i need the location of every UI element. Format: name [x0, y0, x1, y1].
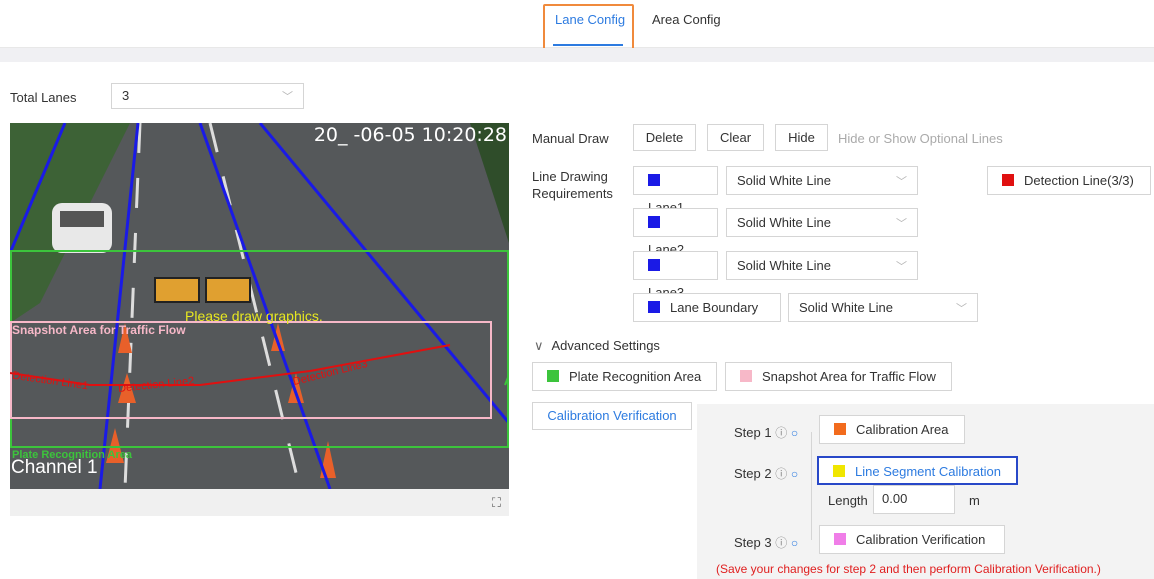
lane2-type-select[interactable]: Solid White Line ﹀ — [726, 208, 918, 237]
chevron-down-icon: ﹀ — [896, 218, 907, 230]
delete-button[interactable]: Delete — [633, 124, 696, 151]
calibration-warning: (Save your changes for step 2 and then p… — [716, 562, 1101, 576]
plate-area-color-swatch — [547, 370, 559, 382]
lane3-type-select[interactable]: Solid White Line ﹀ — [726, 251, 918, 280]
chevron-down-icon: ﹀ — [896, 176, 907, 188]
lane3-color-swatch — [648, 259, 660, 271]
lane-boundary-type-select[interactable]: Solid White Line ﹀ — [788, 293, 978, 322]
lane2-type-value: Solid White Line — [737, 215, 831, 230]
channel-label: Channel 1 — [11, 457, 98, 478]
chevron-down-icon: ﹀ — [896, 261, 907, 273]
help-icon[interactable]: ⓘ — [775, 426, 787, 440]
fullscreen-icon[interactable]: ⛶ — [492, 495, 501, 511]
lane1-type-value: Solid White Line — [737, 173, 831, 188]
step-connector-line — [811, 432, 812, 540]
step2-label: Step 2 ⓘ ○ — [734, 465, 798, 482]
length-input[interactable]: 0.00 — [873, 485, 955, 514]
step-marker-icon: ○ — [790, 467, 799, 481]
line-segment-color-swatch — [833, 465, 845, 477]
total-lanes-select[interactable]: 3 ﹀ — [111, 83, 304, 109]
clear-button[interactable]: Clear — [707, 124, 764, 151]
step3-text: Step 3 — [734, 535, 772, 550]
hide-button[interactable]: Hide — [775, 124, 828, 151]
tab-area-config[interactable]: Area Config — [652, 12, 721, 27]
chevron-down-icon: ﹀ — [282, 91, 293, 103]
detection-line-button[interactable]: Detection Line(3/3) — [987, 166, 1151, 195]
total-lanes-label: Total Lanes — [10, 90, 77, 105]
help-icon[interactable]: ⓘ — [775, 536, 787, 550]
chevron-down-icon: ∨ — [534, 338, 544, 353]
step1-text: Step 1 — [734, 425, 772, 440]
verification-color-swatch — [834, 533, 846, 545]
step2-text: Step 2 — [734, 466, 772, 481]
line-segment-label: Line Segment Calibration — [855, 464, 1001, 479]
snapshot-area-button[interactable]: Snapshot Area for Traffic Flow — [725, 362, 952, 391]
line-drawing-label-2: Requirements — [532, 186, 613, 201]
calibration-verification-label: Calibration Verification — [856, 532, 986, 547]
lane1-type-select[interactable]: Solid White Line ﹀ — [726, 166, 918, 195]
lane-boundary-button[interactable]: Lane Boundary — [633, 293, 781, 322]
video-timestamp: 20_ -06-05 10:20:28 — [313, 124, 507, 146]
calibration-area-color-swatch — [834, 423, 846, 435]
lane2-color-swatch — [648, 216, 660, 228]
chevron-down-icon: ﹀ — [956, 303, 967, 315]
calibration-area-label: Calibration Area — [856, 422, 949, 437]
draw-prompt-text: Please draw graphics. — [185, 308, 323, 324]
step-marker-icon: ○ — [790, 536, 799, 550]
header-divider-strip — [0, 48, 1154, 62]
length-unit: m — [969, 493, 980, 508]
plate-area-label: Plate Recognition Area — [569, 369, 702, 384]
video-toolbar: ⛶ — [10, 489, 509, 516]
advanced-settings-toggle[interactable]: ∨ Advanced Settings — [534, 338, 660, 354]
calibration-area-button[interactable]: Calibration Area — [819, 415, 965, 444]
snapshot-area-overlay-label: Snapshot Area for Traffic Flow — [12, 323, 186, 337]
manual-draw-label: Manual Draw — [532, 131, 609, 146]
lane1-button[interactable]: Lane1 — [633, 166, 718, 215]
total-lanes-value: 3 — [122, 88, 130, 103]
step3-label: Step 3 ⓘ ○ — [734, 534, 798, 551]
lane-boundary-color-swatch — [648, 301, 660, 313]
plate-recognition-area-button[interactable]: Plate Recognition Area — [532, 362, 717, 391]
advanced-settings-label: Advanced Settings — [551, 338, 660, 353]
snapshot-area-color-swatch — [740, 370, 752, 382]
line-drawing-label: Line Drawing — [532, 169, 608, 184]
snapshot-area-label: Snapshot Area for Traffic Flow — [762, 369, 936, 384]
detection-line-color-swatch — [1002, 174, 1014, 186]
length-label: Length — [828, 493, 868, 508]
line-segment-calibration-button[interactable]: Line Segment Calibration — [817, 456, 1018, 485]
step-marker-icon: ○ — [790, 426, 799, 440]
lane2-button[interactable]: Lane2 — [633, 208, 718, 257]
calibration-verification-tab[interactable]: Calibration Verification — [532, 402, 692, 430]
video-preview[interactable]: 20_ -06-05 10:20:28 Please draw graphics… — [10, 123, 509, 489]
lane1-color-swatch — [648, 174, 660, 186]
lane-boundary-label: Lane Boundary — [670, 300, 759, 315]
step1-label: Step 1 ⓘ ○ — [734, 424, 798, 441]
help-icon[interactable]: ⓘ — [775, 467, 787, 481]
lane-boundary-type-value: Solid White Line — [799, 300, 893, 315]
lane3-button[interactable]: Lane3 — [633, 251, 718, 300]
config-tabs: Lane Config Area Config — [0, 0, 1154, 56]
hide-hint-text: Hide or Show Optional Lines — [838, 131, 1003, 146]
lane3-type-value: Solid White Line — [737, 258, 831, 273]
calibration-verification-button[interactable]: Calibration Verification — [819, 525, 1005, 554]
detection-line-label: Detection Line(3/3) — [1024, 173, 1134, 188]
